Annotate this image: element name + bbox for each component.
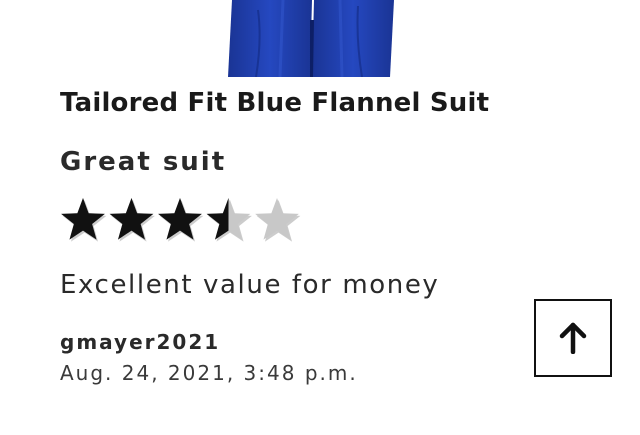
back-to-top-button[interactable] <box>534 299 612 377</box>
star-icon <box>206 198 252 242</box>
review-date: Aug. 24, 2021, 3:48 p.m. <box>60 361 358 385</box>
arrow-up-icon <box>559 322 587 354</box>
star-icon <box>255 198 301 242</box>
review-body: Excellent value for money <box>60 270 440 300</box>
star-icon <box>109 198 155 242</box>
product-image <box>228 0 394 77</box>
review-page: Tailored Fit Blue Flannel Suit Great sui… <box>0 0 640 435</box>
star-icon <box>61 198 107 242</box>
review-title: Great suit <box>60 147 227 177</box>
star-rating <box>59 196 301 248</box>
reviewer-name: gmayer2021 <box>60 330 221 354</box>
star-icon <box>158 198 204 242</box>
product-title: Tailored Fit Blue Flannel Suit <box>60 88 490 118</box>
